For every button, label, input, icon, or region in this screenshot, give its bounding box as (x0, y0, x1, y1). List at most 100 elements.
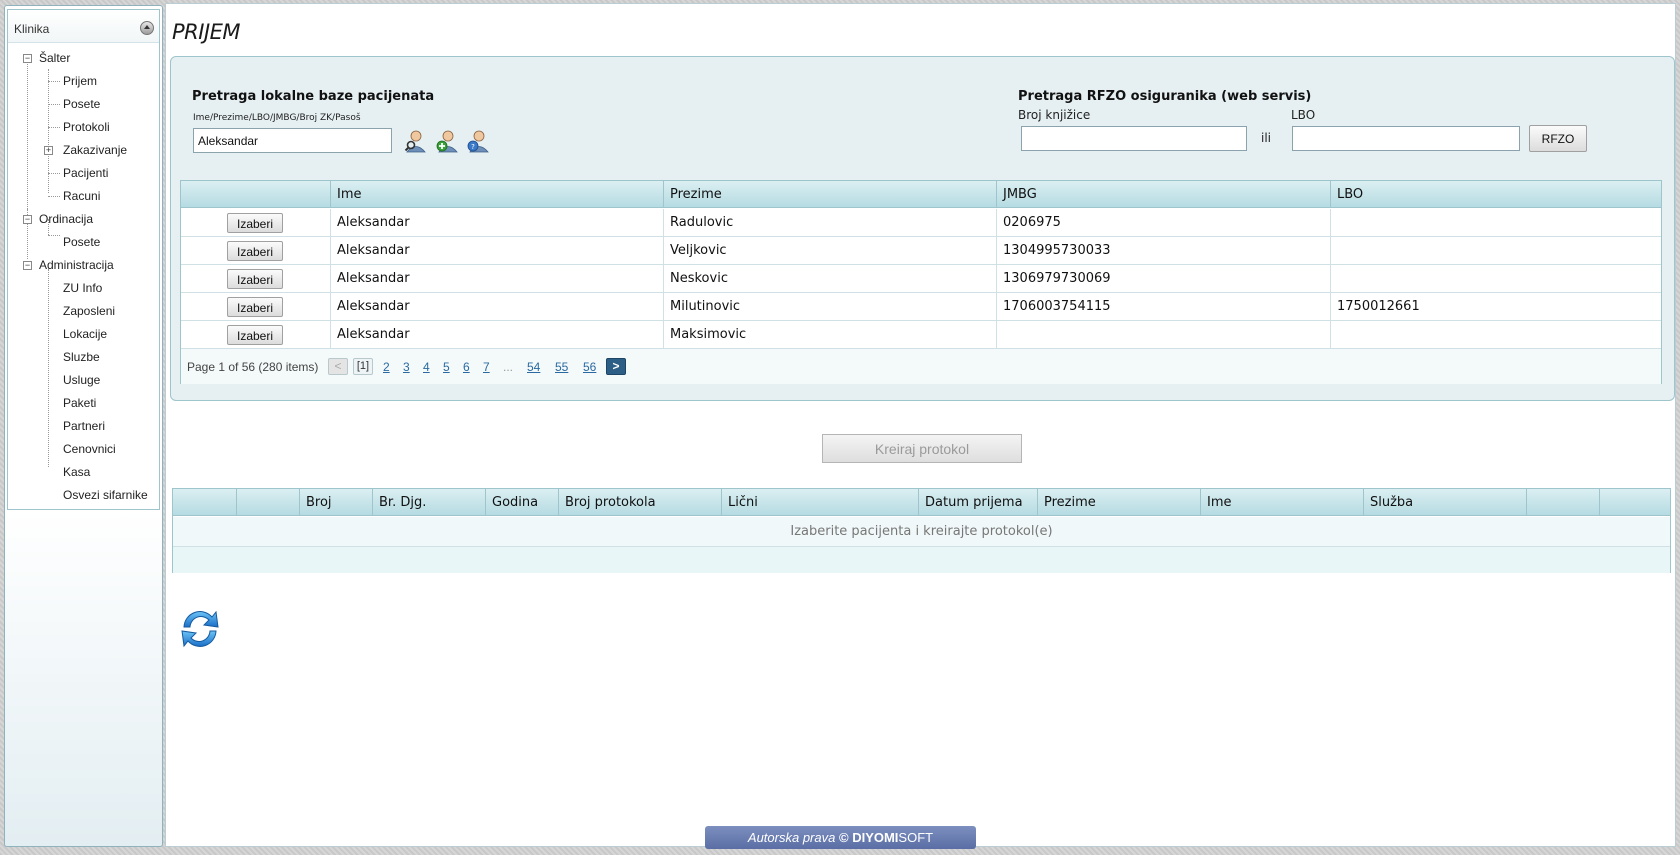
cell-lbo (1330, 209, 1663, 237)
tree-item-zakazivanje[interactable]: Zakazivanje (63, 143, 127, 157)
cell-prezime: Veljkovic (663, 237, 996, 265)
rfzo-button[interactable]: RFZO (1529, 125, 1587, 152)
column-header-ime[interactable]: Ime (330, 181, 663, 208)
izaberi-button[interactable]: Izaberi (227, 297, 283, 317)
pager-page-55[interactable]: 55 (555, 360, 568, 374)
pager-page-6[interactable]: 6 (463, 360, 470, 374)
lbo-label: LBO (1291, 108, 1316, 122)
page-title: PRIJEM (172, 20, 241, 44)
tree-line (48, 104, 60, 105)
column-header-empty-4 (1599, 489, 1672, 516)
empty-row (173, 547, 1670, 573)
cell-jmbg: 1304995730033 (996, 237, 1330, 265)
tree-item-lokacije[interactable]: Lokacije (63, 327, 107, 341)
cell-lbo (1330, 265, 1663, 293)
select-cell: Izaberi (181, 209, 330, 237)
column-header-jmbg[interactable]: JMBG (996, 181, 1330, 208)
search-patient-icon[interactable] (404, 129, 428, 153)
tree-item-ordinacija-posete[interactable]: Posete (63, 235, 100, 249)
table-row: Izaberi Aleksandar Veljkovic 13049957300… (181, 237, 1661, 265)
patients-grid: Ime Prezime JMBG LBO Izaberi Aleksandar … (180, 180, 1662, 384)
broj-knjizice-input[interactable] (1021, 126, 1247, 151)
izaberi-button[interactable]: Izaberi (227, 213, 283, 233)
pager-page-2[interactable]: 2 (383, 360, 390, 374)
column-header-br-djg[interactable]: Br. Djg. (372, 489, 485, 516)
add-patient-icon[interactable] (435, 129, 459, 153)
sidebar: Klinika − Šalter Prijem Posete Protokoli… (4, 5, 163, 847)
local-search-field-label: Ime/Prezime/LBO/JMBG/Broj ZK/Pasoš (193, 113, 361, 123)
refresh-icon[interactable] (176, 605, 224, 653)
pager-page-7[interactable]: 7 (483, 360, 490, 374)
tree-item-kasa[interactable]: Kasa (63, 465, 90, 479)
protocols-grid: Broj Br. Djg. Godina Broj protokola Ličn… (172, 488, 1671, 573)
cell-prezime: Neskovic (663, 265, 996, 293)
pager-page-3[interactable]: 3 (403, 360, 410, 374)
tree-item-posete[interactable]: Posete (63, 97, 100, 111)
tree-item-zaposleni[interactable]: Zaposleni (63, 304, 115, 318)
tree-item-sluzbe[interactable]: Sluzbe (63, 350, 100, 364)
expand-toggle-icon[interactable]: + (44, 146, 53, 155)
tree-line (48, 269, 49, 467)
column-header-ime[interactable]: Ime (1200, 489, 1363, 516)
tree-item-protokoli[interactable]: Protokoli (63, 120, 110, 134)
cell-lbo (1330, 237, 1663, 265)
column-header-datum-prijema[interactable]: Datum prijema (918, 489, 1037, 516)
tree-item-administracija[interactable]: Administracija (39, 258, 114, 272)
pager-page-56[interactable]: 56 (583, 360, 596, 374)
collapse-icon[interactable] (140, 21, 154, 35)
footer-copyright-symbol: © (838, 830, 849, 845)
column-header-prezime[interactable]: Prezime (663, 181, 996, 208)
izaberi-button[interactable]: Izaberi (227, 241, 283, 261)
cell-ime: Aleksandar (330, 265, 663, 293)
tree-item-racuni[interactable]: Racuni (63, 189, 100, 203)
tree-item-osvezi-sifarnike[interactable]: Osvezi sifarnike (63, 488, 148, 502)
izaberi-button[interactable]: Izaberi (227, 269, 283, 289)
lbo-input[interactable] (1292, 126, 1520, 151)
tree-item-paketi[interactable]: Paketi (63, 396, 96, 410)
cell-ime: Aleksandar (330, 293, 663, 321)
collapse-toggle-icon[interactable]: − (23, 215, 32, 224)
column-header-licni[interactable]: Lični (721, 489, 918, 516)
tree-item-cenovnici[interactable]: Cenovnici (63, 442, 116, 456)
patient-info-icon[interactable]: ? (466, 129, 490, 153)
collapse-toggle-icon[interactable]: − (23, 261, 32, 270)
column-header-godina[interactable]: Godina (485, 489, 558, 516)
tree-item-pacijenti[interactable]: Pacijenti (63, 166, 108, 180)
pager-next-button[interactable]: > (606, 358, 626, 375)
column-header-empty-2 (236, 489, 299, 516)
tree-item-partneri[interactable]: Partneri (63, 419, 105, 433)
izaberi-button[interactable]: Izaberi (227, 325, 283, 345)
tree-item-prijem[interactable]: Prijem (63, 74, 97, 88)
pager-ellipsis: ... (503, 360, 514, 374)
footer-brand-bold: DIYOMI (852, 830, 899, 845)
tree-item-usluge[interactable]: Usluge (63, 373, 100, 387)
navigation-title: Klinika (14, 22, 50, 36)
cell-jmbg (996, 321, 1330, 349)
main-content: PRIJEM Pretraga lokalne baze pacijenata … (165, 3, 1676, 847)
cell-jmbg: 0206975 (996, 209, 1330, 237)
tree-line (48, 173, 60, 174)
tree-item-zu-info[interactable]: ZU Info (63, 281, 102, 295)
local-search-input[interactable] (193, 128, 392, 153)
column-header-broj[interactable]: Broj (299, 489, 372, 516)
pager-page-5[interactable]: 5 (443, 360, 450, 374)
cell-lbo (1330, 321, 1663, 349)
pager-page-54[interactable]: 54 (527, 360, 540, 374)
pager-prev-button[interactable]: < (328, 358, 348, 375)
column-header-empty-3 (1526, 489, 1599, 516)
column-header-prezime[interactable]: Prezime (1037, 489, 1200, 516)
patients-grid-header: Ime Prezime JMBG LBO (181, 181, 1661, 208)
column-header-sluzba[interactable]: Služba (1363, 489, 1526, 516)
column-header-lbo[interactable]: LBO (1330, 181, 1663, 208)
kreiraj-protokol-button[interactable]: Kreiraj protokol (822, 434, 1022, 463)
tree-item-ordinacija[interactable]: Ordinacija (39, 212, 93, 226)
tree-item-salter[interactable]: Šalter (39, 51, 70, 65)
cell-ime: Aleksandar (330, 209, 663, 237)
pager-page-4[interactable]: 4 (423, 360, 430, 374)
column-header-broj-protokola[interactable]: Broj protokola (558, 489, 721, 516)
pager-summary: Page 1 of 56 (280 items) (187, 360, 319, 374)
cell-prezime: Radulovic (663, 209, 996, 237)
collapse-toggle-icon[interactable]: − (23, 54, 32, 63)
tree-line (48, 127, 60, 128)
cell-jmbg: 1706003754115 (996, 293, 1330, 321)
